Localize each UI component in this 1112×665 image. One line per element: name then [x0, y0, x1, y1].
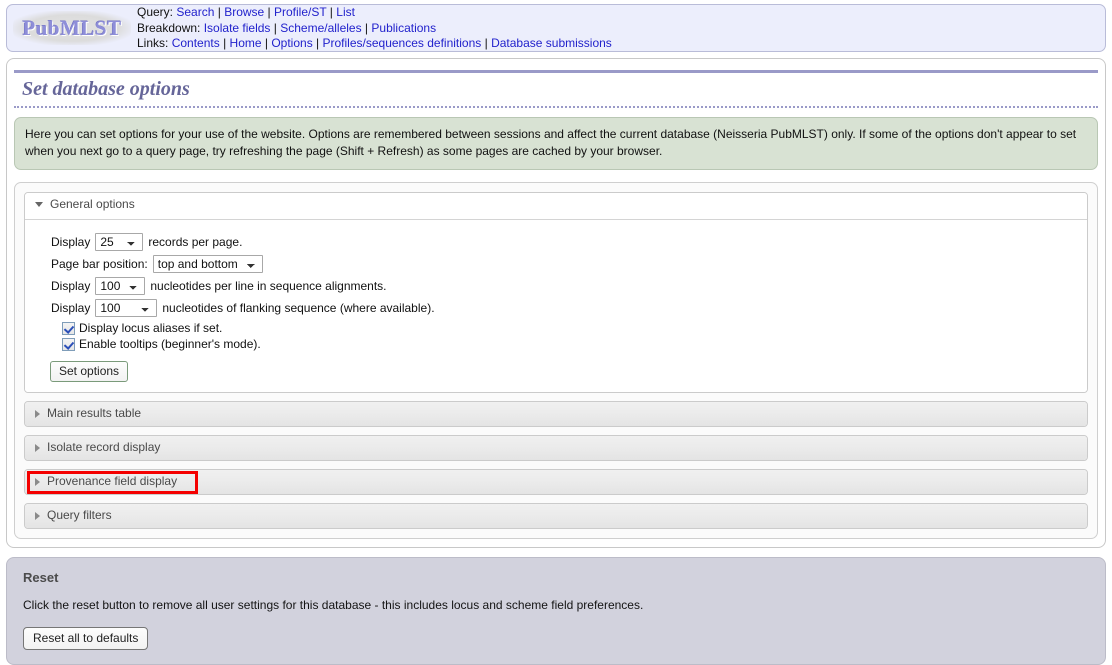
locus-aliases-label: Display locus aliases if set.: [79, 321, 223, 335]
section-query-filters-label: Query filters: [47, 508, 112, 522]
reset-title: Reset: [23, 570, 59, 585]
section-main-results-table: Main results table: [24, 401, 1088, 427]
nav-row-breakdown: Breakdown: Isolate fields | Scheme/allel…: [137, 20, 437, 35]
header-navigation: Query: Search | Browse | Profile/ST | Li…: [137, 4, 1105, 52]
nav-link-database-submissions[interactable]: Database submissions: [491, 36, 612, 50]
option-row-records-per-page: Display 25 records per page.: [51, 233, 1087, 251]
options-accordion: General options Display 25 records per p…: [14, 182, 1098, 539]
page-bar-position-prefix: Page bar position:: [51, 257, 148, 271]
section-general-options: General options Display 25 records per p…: [24, 192, 1088, 393]
logo-text: PubMLST: [22, 15, 122, 40]
chevron-right-icon: [35, 511, 40, 520]
reset-description: Click the reset button to remove all use…: [23, 598, 644, 612]
option-row-page-bar-position: Page bar position: top and bottom: [51, 255, 1087, 273]
nav-row-breakdown-label: Breakdown:: [137, 20, 201, 35]
records-per-page-select[interactable]: 25: [95, 233, 144, 251]
option-row-flanking-sequence: Display 100 nucleotides of flanking sequ…: [51, 299, 1087, 317]
section-provenance-field-display-label: Provenance field display: [47, 474, 178, 488]
nav-link-list[interactable]: List: [336, 5, 355, 19]
info-message-box: Here you can set options for your use of…: [14, 117, 1098, 170]
section-query-filters-header[interactable]: Query filters: [25, 504, 1087, 528]
page-bar-position-select[interactable]: top and bottom: [152, 255, 263, 273]
nav-row-links: Links: Contents | Home | Options | Profi…: [137, 36, 612, 51]
option-row-nucleotides-per-line: Display 100 nucleotides per line in sequ…: [51, 277, 1087, 295]
nav-link-options[interactable]: Options: [271, 36, 312, 50]
chevron-right-icon: [35, 409, 40, 418]
reset-all-to-defaults-button[interactable]: Reset all to defaults: [23, 627, 149, 650]
nav-link-search[interactable]: Search: [176, 5, 214, 19]
reset-panel: Reset Click the reset button to remove a…: [6, 557, 1106, 665]
enable-tooltips-label: Enable tooltips (beginner's mode).: [79, 337, 261, 351]
enable-tooltips-checkbox[interactable]: [62, 337, 75, 351]
checkbox-row-enable-tooltips: Enable tooltips (beginner's mode).: [62, 337, 1087, 351]
nav-row-links-label: Links:: [137, 36, 169, 51]
nav-link-scheme-alleles[interactable]: Scheme/alleles: [280, 21, 361, 35]
chevron-down-icon: [35, 202, 43, 207]
section-isolate-record-display-header[interactable]: Isolate record display: [25, 436, 1087, 460]
section-provenance-field-display-header[interactable]: Provenance field display: [25, 470, 1087, 494]
main-content-panel: Set database options Here you can set op…: [6, 58, 1106, 548]
section-general-options-body: Display 25 records per page. Page bar po…: [25, 220, 1087, 392]
nav-row-query: Query: Search | Browse | Profile/ST | Li…: [137, 5, 355, 20]
nav-row-query-label: Query:: [137, 5, 174, 20]
nucleotides-per-line-prefix: Display: [51, 279, 91, 293]
section-query-filters: Query filters: [24, 503, 1088, 529]
section-main-results-table-label: Main results table: [47, 406, 142, 420]
section-main-results-table-header[interactable]: Main results table: [25, 402, 1087, 426]
locus-aliases-checkbox[interactable]: [62, 321, 75, 335]
checkbox-row-locus-aliases: Display locus aliases if set.: [62, 321, 1087, 335]
section-general-options-label: General options: [50, 197, 135, 211]
flanking-sequence-prefix: Display: [51, 301, 91, 315]
nav-link-contents[interactable]: Contents: [172, 36, 220, 50]
site-header: PubMLST Query: Search | Browse | Profile…: [6, 4, 1106, 52]
section-isolate-record-display: Isolate record display: [24, 435, 1088, 461]
nucleotides-per-line-select[interactable]: 100: [95, 277, 146, 295]
records-per-page-suffix: records per page.: [148, 235, 243, 249]
records-per-page-prefix: Display: [51, 235, 91, 249]
nav-link-browse[interactable]: Browse: [224, 5, 264, 19]
section-general-options-header[interactable]: General options: [25, 193, 1087, 220]
flanking-sequence-select[interactable]: 100: [95, 299, 158, 317]
set-options-button[interactable]: Set options: [50, 361, 129, 382]
nav-link-profile-st[interactable]: Profile/ST: [274, 5, 326, 19]
page-title: Set database options: [14, 70, 1098, 108]
nav-link-profiles-sequences-definitions[interactable]: Profiles/sequences definitions: [323, 36, 482, 50]
nav-link-publications[interactable]: Publications: [371, 21, 436, 35]
section-provenance-field-display: Provenance field display: [24, 469, 1088, 495]
pubmlst-logo: PubMLST: [13, 11, 131, 45]
flanking-sequence-suffix: nucleotides of flanking sequence (where …: [162, 301, 435, 315]
nav-link-home[interactable]: Home: [230, 36, 262, 50]
section-isolate-record-display-label: Isolate record display: [47, 440, 161, 454]
chevron-right-icon: [35, 477, 40, 486]
chevron-right-icon: [35, 443, 40, 452]
nav-link-isolate-fields[interactable]: Isolate fields: [204, 21, 271, 35]
nucleotides-per-line-suffix: nucleotides per line in sequence alignme…: [150, 279, 387, 293]
